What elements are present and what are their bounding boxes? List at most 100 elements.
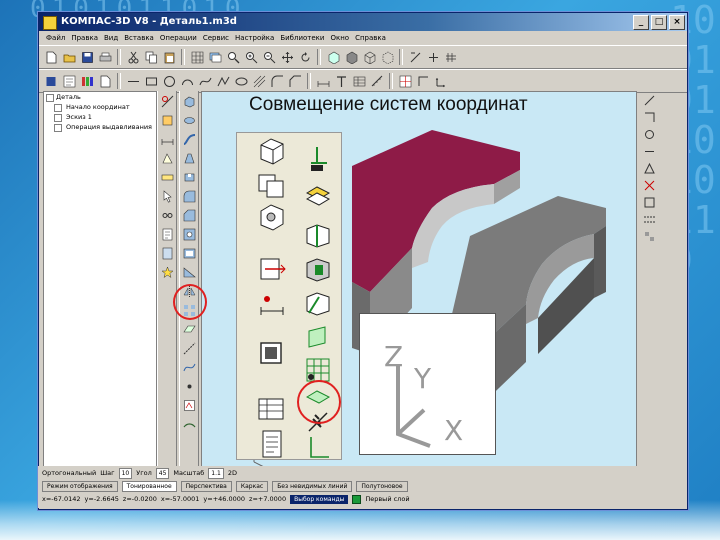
menu-item-operations[interactable]: Операции bbox=[157, 31, 200, 45]
right-tool-3-icon[interactable] bbox=[640, 127, 658, 141]
editing-panel-icon[interactable] bbox=[159, 112, 175, 128]
zoom-sketch-icon[interactable] bbox=[301, 143, 335, 177]
ortho-icon[interactable] bbox=[415, 73, 431, 89]
dimension-icon[interactable] bbox=[315, 73, 331, 89]
save-all-icon[interactable] bbox=[43, 73, 59, 89]
sketch-icon[interactable] bbox=[181, 397, 197, 413]
axis-icon[interactable] bbox=[181, 340, 197, 356]
measure-panel-icon[interactable] bbox=[159, 169, 175, 185]
grid-icon[interactable] bbox=[189, 49, 205, 65]
fillet-icon[interactable] bbox=[269, 73, 285, 89]
zoom-table-icon[interactable] bbox=[255, 393, 289, 427]
minimize-button[interactable]: _ bbox=[633, 15, 649, 30]
tree-item[interactable]: Начало координат bbox=[44, 102, 156, 112]
view-orientation-icon[interactable] bbox=[325, 49, 341, 65]
tree-item[interactable]: Операция выдавливания bbox=[44, 122, 156, 132]
right-tool-9-icon[interactable] bbox=[640, 229, 658, 243]
zoom-dim-icon[interactable] bbox=[255, 287, 289, 321]
line-icon[interactable] bbox=[125, 73, 141, 89]
tab-halftone[interactable]: Полутоновое bbox=[356, 480, 408, 492]
step-field[interactable]: 10 bbox=[118, 467, 133, 479]
spline-icon[interactable] bbox=[197, 73, 213, 89]
revolve-icon[interactable] bbox=[181, 112, 197, 128]
zoom-angle-plane-icon[interactable] bbox=[301, 319, 335, 353]
right-tool-4-icon[interactable] bbox=[640, 144, 658, 158]
spline-3d-icon[interactable] bbox=[181, 359, 197, 375]
rectangle-icon[interactable] bbox=[143, 73, 159, 89]
wireframe-icon[interactable] bbox=[361, 49, 377, 65]
menu-item-edit[interactable]: Правка bbox=[68, 31, 101, 45]
cut-icon[interactable] bbox=[125, 49, 141, 65]
zoom-copy-body-icon[interactable] bbox=[255, 167, 289, 201]
zoom-offset-plane-icon[interactable] bbox=[301, 287, 335, 321]
surface-icon[interactable] bbox=[181, 416, 197, 432]
tab-shaded[interactable]: Тонированное bbox=[121, 480, 177, 492]
tab-hidden-lines[interactable]: Без невидимых линий bbox=[272, 480, 353, 492]
page-icon[interactable] bbox=[97, 73, 113, 89]
select-panel-icon[interactable] bbox=[159, 188, 175, 204]
geometry-panel-icon[interactable] bbox=[159, 93, 175, 109]
ortho-toggle-label[interactable]: Ортогональный bbox=[42, 467, 96, 479]
local-cs-icon[interactable] bbox=[433, 73, 449, 89]
hidden-lines-icon[interactable] bbox=[379, 49, 395, 65]
right-tool-7-icon[interactable] bbox=[640, 195, 658, 209]
sweep-icon[interactable] bbox=[181, 131, 197, 147]
marks-panel-icon[interactable] bbox=[159, 150, 175, 166]
menu-item-view[interactable]: Вид bbox=[101, 31, 121, 45]
right-tool-5-icon[interactable] bbox=[640, 161, 658, 175]
save-icon[interactable] bbox=[79, 49, 95, 65]
menu-item-window[interactable]: Окно bbox=[327, 31, 352, 45]
zoom-window-icon[interactable] bbox=[225, 49, 241, 65]
right-tool-2-icon[interactable] bbox=[640, 110, 658, 124]
chamfer-3d-icon[interactable] bbox=[181, 207, 197, 223]
layers-icon[interactable] bbox=[207, 49, 223, 65]
hole-icon[interactable] bbox=[181, 226, 197, 242]
fillet-3d-icon[interactable] bbox=[181, 188, 197, 204]
new-file-icon[interactable] bbox=[43, 49, 59, 65]
paste-icon[interactable] bbox=[161, 49, 177, 65]
menu-item-file[interactable]: Файл bbox=[43, 31, 68, 45]
hatch-icon[interactable] bbox=[251, 73, 267, 89]
table-icon[interactable] bbox=[351, 73, 367, 89]
library-icon[interactable] bbox=[79, 73, 95, 89]
zoom-plane-gray-icon[interactable] bbox=[301, 253, 335, 287]
plane-icon[interactable] bbox=[181, 321, 197, 337]
point-icon[interactable] bbox=[181, 378, 197, 394]
right-tool-6-icon[interactable] bbox=[640, 178, 658, 192]
shell-icon[interactable] bbox=[181, 245, 197, 261]
model-tree[interactable]: Деталь Начало координат Эскиз 1 Операция… bbox=[43, 91, 157, 471]
right-tool-8-icon[interactable] bbox=[640, 212, 658, 226]
tab-perspective[interactable]: Перспектива bbox=[180, 480, 232, 492]
angle-field[interactable]: 45 bbox=[155, 467, 170, 479]
dimension-panel-icon[interactable] bbox=[159, 131, 175, 147]
print-icon[interactable] bbox=[97, 49, 113, 65]
maximize-button[interactable]: □ bbox=[651, 15, 667, 30]
menu-item-insert[interactable]: Вставка bbox=[121, 31, 157, 45]
tool-b-icon[interactable] bbox=[425, 49, 441, 65]
spec-panel-icon[interactable] bbox=[159, 226, 175, 242]
menu-item-settings[interactable]: Настройка bbox=[232, 31, 277, 45]
command-field[interactable]: Выбор команды bbox=[290, 494, 349, 504]
menu-item-help[interactable]: Справка bbox=[352, 31, 389, 45]
zoom-view-icon[interactable] bbox=[255, 337, 289, 371]
rib-icon[interactable] bbox=[181, 264, 197, 280]
zoom-spec-icon[interactable] bbox=[255, 427, 289, 461]
zoom-section-icon[interactable] bbox=[255, 253, 289, 287]
chamfer-icon[interactable] bbox=[287, 73, 303, 89]
tree-item[interactable]: Эскиз 1 bbox=[44, 112, 156, 122]
zoom-hole-icon[interactable] bbox=[255, 199, 289, 233]
tab-display-mode[interactable]: Режим отображения bbox=[42, 480, 118, 492]
params-panel-icon[interactable] bbox=[159, 207, 175, 223]
ellipse-icon[interactable] bbox=[233, 73, 249, 89]
current-layer[interactable]: Первый слой bbox=[365, 493, 409, 505]
zoom-layers-icon[interactable] bbox=[301, 177, 335, 211]
tool-a-icon[interactable] bbox=[407, 49, 423, 65]
report-panel-icon[interactable] bbox=[159, 245, 175, 261]
snap-icon[interactable] bbox=[397, 73, 413, 89]
tool-c-icon[interactable] bbox=[443, 49, 459, 65]
circle-icon[interactable] bbox=[161, 73, 177, 89]
close-button[interactable]: × bbox=[669, 15, 685, 30]
cut-extrude-icon[interactable] bbox=[181, 169, 197, 185]
scale-field[interactable]: 1.1 bbox=[208, 467, 224, 479]
pan-icon[interactable] bbox=[279, 49, 295, 65]
